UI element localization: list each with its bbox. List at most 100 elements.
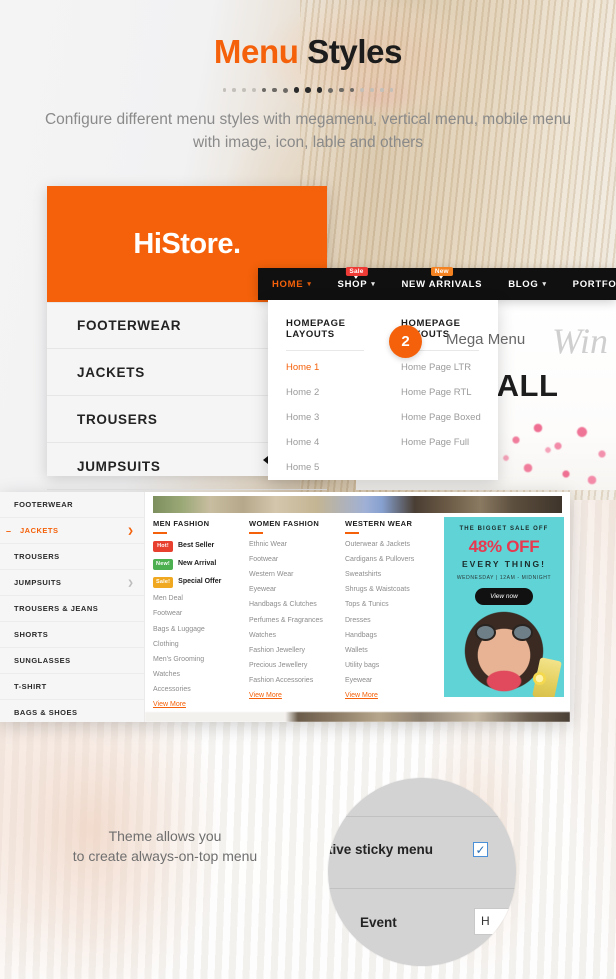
- dot: [380, 88, 384, 92]
- sunglasses-icon: [473, 624, 535, 641]
- mega-list-item[interactable]: Footwear: [249, 556, 339, 564]
- mega-list-item-label: Tops & Tunics: [345, 601, 389, 609]
- mega-sidebar-item-trousers-jeans[interactable]: TROUSERS & JEANS: [0, 596, 144, 622]
- nav-item-shop[interactable]: Sale SHOP ▾: [337, 266, 376, 290]
- dropdown-link-home-page-boxed[interactable]: Home Page Boxed: [401, 412, 498, 423]
- magnifier-circle: tive sticky menu ✓ Event H: [328, 778, 516, 966]
- nav-badge-label: Sale: [349, 267, 364, 275]
- mega-list-item-label: Bags & Luggage: [153, 625, 205, 633]
- dot: [293, 87, 300, 93]
- mega-list-item[interactable]: Clothing: [153, 641, 243, 649]
- dropdown-link-home-page-rtl[interactable]: Home Page RTL: [401, 387, 498, 398]
- view-more-link[interactable]: View More: [345, 692, 435, 699]
- mega-list-item[interactable]: Utility bags: [345, 662, 435, 670]
- nav-item-blog[interactable]: BLOG ▾: [508, 279, 546, 290]
- dropdown-link-home-2[interactable]: Home 2: [286, 387, 383, 398]
- mega-list-item-label: Sweatshirts: [345, 570, 382, 578]
- nav-item-label: SHOP: [337, 278, 368, 290]
- mega-list-item[interactable]: Eyewear: [345, 677, 435, 685]
- event-input-field[interactable]: H: [474, 908, 516, 935]
- decorative-dots: [0, 84, 616, 96]
- chevron-down-icon: ▾: [542, 281, 547, 288]
- nav-item-new-arrivals[interactable]: New NEW ARRIVALS: [401, 266, 482, 290]
- mega-list-item[interactable]: Handbags: [345, 632, 435, 640]
- top-navigation-bar: HOME ▾ Sale SHOP ▾ New NEW ARRIVALS BLOG ▾ PORTFO…: [258, 266, 616, 300]
- mega-list-item[interactable]: Sweatshirts: [345, 571, 435, 579]
- nav-item-home[interactable]: HOME ▾: [272, 279, 312, 290]
- dot: [241, 88, 246, 92]
- mega-list-item-label: Footwear: [249, 555, 279, 563]
- event-setting-label: Event: [360, 915, 397, 930]
- mega-column-men-fashion: MEN FASHION Hot! Best Seller New! New Arriva…: [153, 519, 249, 708]
- mega-column-western-wear: WESTERN WEAR Outerwear & Jackets Cardigans…: [345, 519, 441, 708]
- dot: [251, 87, 256, 93]
- chevron-down-icon: ▾: [371, 281, 376, 288]
- mega-list-item[interactable]: Wallets: [345, 647, 435, 655]
- page-title: Menu Styles: [0, 32, 616, 72]
- mega-list-item[interactable]: Watches: [249, 632, 339, 640]
- mega-sidebar-item-footerwear[interactable]: FOOTERWEAR: [0, 492, 144, 518]
- promo-view-now-button[interactable]: View now: [475, 588, 533, 605]
- mega-list-item[interactable]: Perfumes & Fragrances: [249, 617, 339, 625]
- divider: [286, 350, 364, 351]
- mega-list-item[interactable]: Eyewear: [249, 586, 339, 594]
- mega-sidebar-item-label: JACKETS: [20, 526, 59, 535]
- dropdown-column-1: HOMEPAGE LAYOUTS Home 1 Home 2 Home 3 Home …: [268, 318, 383, 480]
- mega-list-item[interactable]: Hot! Best Seller: [153, 540, 243, 552]
- chevron-right-icon: ❯: [127, 579, 134, 587]
- mega-list-item[interactable]: Western Wear: [249, 571, 339, 579]
- mega-list-item[interactable]: Fashion Accessories: [249, 677, 339, 685]
- nav-item-portfolios[interactable]: PORTFOLIOS▾: [573, 279, 616, 290]
- mega-sidebar-item-jackets[interactable]: – JACKETS ❯: [0, 518, 144, 544]
- mega-list-item[interactable]: Handbags & Clutches: [249, 601, 339, 609]
- promo-schedule: WEDNESDAY | 12AM - MIDNIGHT: [456, 575, 552, 581]
- mega-list-item[interactable]: Sale! Special Offer: [153, 576, 243, 588]
- dropdown-link-home-page-full[interactable]: Home Page Full: [401, 437, 498, 448]
- dropdown-link-home-4[interactable]: Home 4: [286, 437, 383, 448]
- mega-list-item-label: Wallets: [345, 646, 368, 654]
- view-more-link[interactable]: View More: [153, 701, 243, 708]
- dropdown-link-home-3[interactable]: Home 3: [286, 412, 383, 423]
- mega-list-item[interactable]: Ethnic Wear: [249, 541, 339, 549]
- mega-list-item[interactable]: Tops & Tunics: [345, 601, 435, 609]
- mega-list-item[interactable]: Fashion Jewellery: [249, 647, 339, 655]
- mega-list-item[interactable]: Dresses: [345, 617, 435, 625]
- dot: [370, 88, 375, 92]
- dropdown-link-home-1[interactable]: Home 1: [286, 362, 383, 373]
- mega-list-item[interactable]: Precious Jewellery: [249, 662, 339, 670]
- promo-banner[interactable]: THE BIGGET SALE OFF 48% OFF EVERY THING!…: [444, 517, 564, 697]
- sticky-menu-checkbox[interactable]: ✓: [473, 842, 488, 857]
- mega-list-item[interactable]: New! New Arrival: [153, 558, 243, 570]
- mega-list-item[interactable]: Men Deal: [153, 595, 243, 603]
- mega-list-item[interactable]: Men's Grooming: [153, 656, 243, 664]
- dot: [232, 88, 236, 92]
- dropdown-link-home-5[interactable]: Home 5: [286, 462, 383, 473]
- bottom-caption-line-1: Theme allows you: [108, 828, 222, 844]
- mega-list-item[interactable]: Outerwear & Jackets: [345, 541, 435, 549]
- mega-sidebar-item-t-shirt[interactable]: T-SHIRT: [0, 674, 144, 700]
- tag-sale: Sale!: [153, 576, 174, 588]
- mega-list-item-label: Special Offer: [178, 578, 222, 586]
- mega-list-item-label: Dresses: [345, 616, 371, 624]
- mega-list-item-label: Handbags & Clutches: [249, 601, 317, 609]
- view-more-link[interactable]: View More: [249, 692, 339, 699]
- dropdown-arrow-icon: [263, 456, 268, 464]
- mega-sidebar-item-sunglasses[interactable]: SUNGLASSES: [0, 648, 144, 674]
- mega-list-item[interactable]: Accessories: [153, 686, 243, 694]
- mega-sidebar-item-shorts[interactable]: SHORTS: [0, 622, 144, 648]
- mega-list-item-label: Footwear: [153, 610, 183, 618]
- tag-hot: Hot!: [153, 540, 173, 552]
- banner-script-text: Win: [551, 321, 608, 361]
- mega-list-item[interactable]: Bags & Luggage: [153, 626, 243, 634]
- mega-list-item-label: Western Wear: [249, 570, 294, 578]
- dot: [261, 87, 267, 93]
- mega-list-item[interactable]: Shrugs & Waistcoats: [345, 586, 435, 594]
- mega-list-item[interactable]: Cardigans & Pullovers: [345, 556, 435, 564]
- mega-sidebar-item-jumpsuits[interactable]: JUMPSUITS ❯: [0, 570, 144, 596]
- mega-list-item[interactable]: Watches: [153, 671, 243, 679]
- dropdown-link-home-page-ltr[interactable]: Home Page LTR: [401, 362, 498, 373]
- mega-list-item-label: Perfumes & Fragrances: [249, 616, 323, 624]
- mega-sidebar-item-bags-shoes[interactable]: BAGS & SHOES: [0, 700, 144, 722]
- mega-sidebar-item-trousers[interactable]: TROUSERS: [0, 544, 144, 570]
- mega-list-item[interactable]: Footwear: [153, 610, 243, 618]
